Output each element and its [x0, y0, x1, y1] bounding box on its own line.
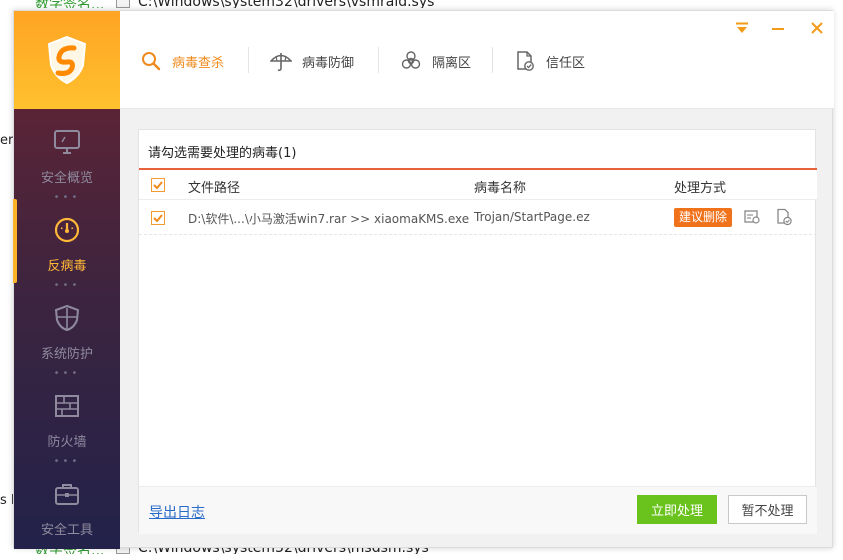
sidebar-item-system-protection[interactable]: 系统防护: [14, 285, 120, 373]
tab-label: 信任区: [546, 55, 586, 71]
column-header-virus-name: 病毒名称: [474, 181, 527, 196]
sidebar-item-security-tools[interactable]: 安全工具: [14, 461, 120, 549]
sidebar-item-firewall[interactable]: 防火墙: [14, 373, 120, 461]
toolbox-icon: [52, 479, 82, 509]
panel-title: 请勾选需要处理的病毒(1): [148, 146, 297, 161]
app-logo-icon: [47, 35, 87, 85]
menu-icon: [736, 22, 748, 33]
export-log-link[interactable]: 导出日志: [149, 502, 205, 522]
file-path-cell: D:\软件\...\小马激活win7.rar >> xiaomaKMS.exe: [188, 212, 470, 226]
search-icon: [140, 50, 162, 72]
repair-file-icon[interactable]: [742, 207, 762, 227]
tab-virus-scan[interactable]: 病毒查杀: [140, 49, 224, 73]
virus-name-cell: Trojan/StartPage.ez: [474, 210, 590, 224]
sidebar-item-label: 安全概览: [40, 171, 93, 186]
close-icon: [811, 22, 823, 34]
process-now-button[interactable]: 立即处理: [637, 495, 717, 524]
minimize-icon: [772, 28, 784, 30]
background-side-text: er: [0, 133, 14, 148]
sidebar-item-label: 安全工具: [40, 523, 93, 538]
sidebar-item-antivirus[interactable]: 反病毒: [13, 197, 120, 285]
trust-file-icon[interactable]: [774, 207, 794, 227]
biohazard-icon: [400, 50, 422, 72]
select-all-checkbox[interactable]: [151, 178, 165, 192]
minimize-button[interactable]: [767, 17, 789, 39]
top-toolbar: 病毒查杀 病毒防御 隔离区 信任区: [120, 11, 834, 109]
firewall-icon: [52, 391, 82, 421]
tab-virus-defense[interactable]: 病毒防御: [270, 49, 354, 73]
antivirus-window: 安全概览 ••• 反病毒 ••• 系统防护 ••• 防火墙 ••• 安全工具 病…: [13, 10, 834, 549]
column-header-file-path: 文件路径: [188, 181, 241, 196]
sidebar: 安全概览 ••• 反病毒 ••• 系统防护 ••• 防火墙 ••• 安全工具: [13, 109, 120, 549]
tab-divider: [248, 47, 249, 73]
close-button[interactable]: [806, 17, 828, 39]
menu-dropdown-button[interactable]: [731, 17, 753, 39]
sidebar-item-overview[interactable]: 安全概览: [14, 109, 120, 197]
suggest-delete-badge[interactable]: 建议删除: [674, 208, 733, 227]
trusted-file-icon: [514, 50, 536, 72]
gauge-icon: [52, 215, 82, 245]
file-icon: [116, 0, 130, 8]
app-logo: [14, 11, 120, 109]
table-row: D:\软件\...\小马激活win7.rar >> xiaomaKMS.exe …: [139, 201, 817, 235]
checkmark-icon: [153, 214, 163, 223]
column-header-action: 处理方式: [674, 181, 727, 196]
sidebar-item-label: 反病毒: [47, 259, 87, 274]
tab-trusted-zone[interactable]: 信任区: [514, 49, 585, 73]
monitor-icon: [52, 127, 82, 157]
table-header: 文件路径 病毒名称 处理方式: [139, 170, 817, 200]
tab-label: 病毒查杀: [172, 55, 225, 71]
row-checkbox[interactable]: [151, 211, 165, 225]
tab-divider: [378, 47, 379, 73]
tab-label: 隔离区: [432, 55, 472, 71]
skip-button[interactable]: 暂不处理: [728, 495, 807, 524]
panel-footer: 导出日志 立即处理 暂不处理: [139, 486, 817, 534]
background-file-line-top: 数字签名... C:\Windows\system32\drivers\vsmr…: [0, 0, 843, 8]
background-file-path: C:\Windows\system32\drivers\vsmraid.sys: [138, 0, 435, 8]
virus-results-panel: 请勾选需要处理的病毒(1) 文件路径 病毒名称 处理方式 D:\软件\...\小…: [138, 129, 817, 534]
sidebar-item-label: 防火墙: [47, 435, 87, 450]
umbrella-icon: [270, 50, 292, 72]
checkmark-icon: [153, 181, 163, 190]
tab-divider: [492, 47, 493, 73]
tab-quarantine[interactable]: 隔离区: [400, 49, 471, 73]
background-signature-text: 数字签名...: [35, 0, 105, 8]
shield-icon: [52, 303, 82, 333]
tab-label: 病毒防御: [302, 55, 355, 71]
sidebar-item-label: 系统防护: [40, 347, 93, 362]
